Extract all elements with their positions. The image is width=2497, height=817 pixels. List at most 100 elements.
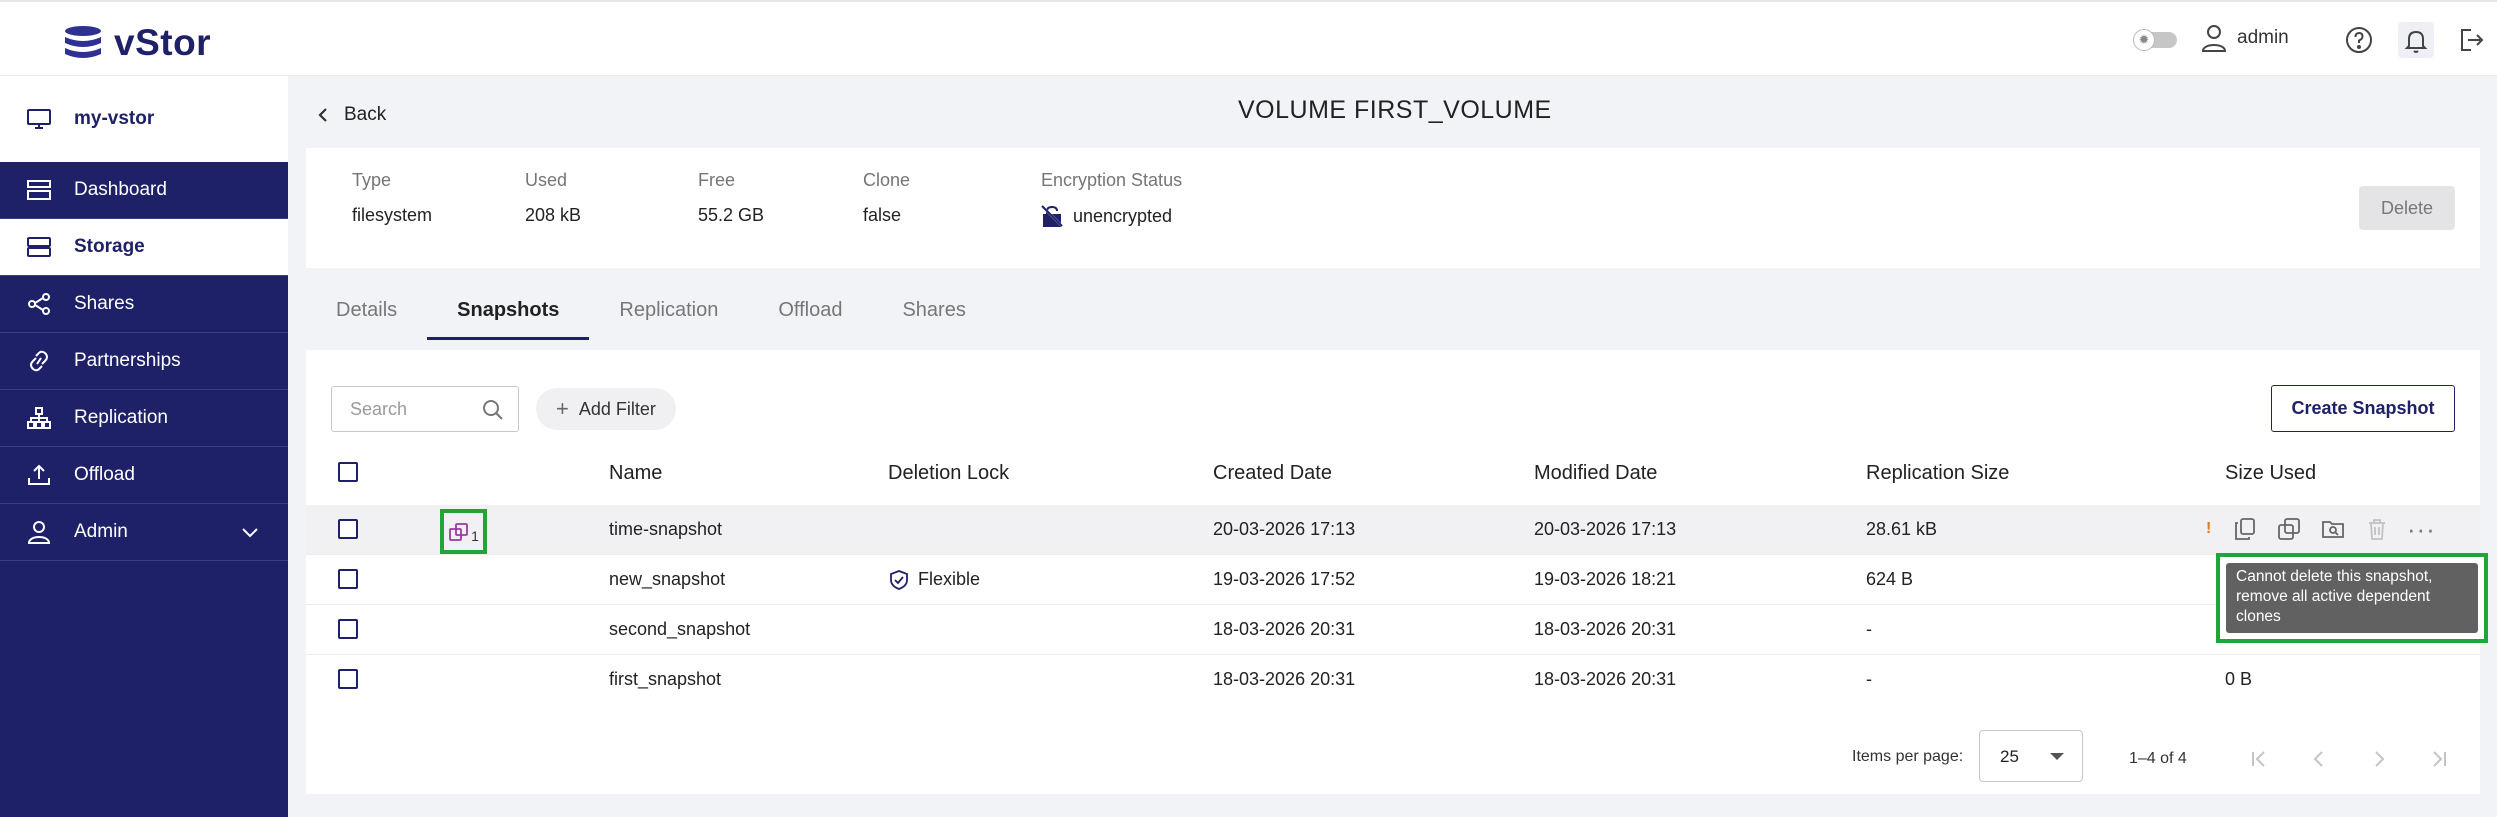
table-row[interactable]: first_snapshot 18-03-2026 20:31 18-03-20… xyxy=(306,655,2480,705)
col-header-replication-size[interactable]: Replication Size xyxy=(1866,462,2009,485)
info-type: Type filesystem xyxy=(352,170,432,226)
select-all-checkbox[interactable] xyxy=(338,462,358,482)
info-free-label: Free xyxy=(698,170,736,190)
row-checkbox[interactable] xyxy=(338,669,358,689)
snapshot-name[interactable]: second_snapshot xyxy=(609,619,750,640)
prev-page-button[interactable] xyxy=(2306,746,2332,772)
search-box xyxy=(331,386,519,432)
first-page-button[interactable] xyxy=(2246,746,2272,772)
info-used-label: Used xyxy=(525,170,568,190)
sidebar-item-partnerships[interactable]: Partnerships xyxy=(0,333,288,390)
last-page-button[interactable] xyxy=(2426,746,2452,772)
chevron-left-icon xyxy=(318,108,327,122)
plus-icon: + xyxy=(556,396,569,421)
delete-disabled-tooltip: Cannot delete this snapshot, remove all … xyxy=(2216,553,2488,643)
last-page-icon xyxy=(2433,751,2446,767)
folder-search-icon xyxy=(2322,521,2345,538)
clone-snapshot-button[interactable] xyxy=(2275,515,2303,543)
snapshot-name[interactable]: first_snapshot xyxy=(609,669,721,690)
replication-size: - xyxy=(1866,669,1872,689)
next-page-button[interactable] xyxy=(2366,746,2392,772)
restore-button[interactable] xyxy=(2319,515,2347,543)
created-date: 20-03-2026 17:13 xyxy=(1213,519,1356,539)
clone-indicator[interactable]: 1 xyxy=(440,509,487,554)
table-row[interactable]: 1 time-snapshot 20-03-2026 17:13 20-03-2… xyxy=(306,505,2480,555)
app-logo[interactable]: vStor xyxy=(62,22,211,64)
items-per-page-label: Items per page: xyxy=(1852,748,1964,765)
copy-icon xyxy=(2235,518,2256,540)
created-date: 19-03-2026 17:52 xyxy=(1213,569,1356,589)
col-header-name[interactable]: Name xyxy=(609,462,662,485)
add-filter-button[interactable]: + Add Filter xyxy=(536,388,676,430)
create-snapshot-button[interactable]: Create Snapshot xyxy=(2271,385,2455,432)
help-button[interactable] xyxy=(2341,22,2377,58)
system-selector[interactable]: my-vstor xyxy=(0,76,288,162)
search-icon[interactable] xyxy=(482,399,504,421)
replication-size: - xyxy=(1866,619,1872,639)
sidebar-item-offload[interactable]: Offload xyxy=(0,447,288,504)
volume-tabs: Details Snapshots Replication Offload Sh… xyxy=(306,282,996,340)
theme-toggle[interactable]: ✹ xyxy=(2133,29,2179,51)
col-header-size-used[interactable]: Size Used xyxy=(2225,462,2316,485)
add-filter-label: Add Filter xyxy=(578,398,656,419)
replication-size: 28.61 kB xyxy=(1866,519,1938,539)
copy-button[interactable] xyxy=(2231,515,2259,543)
info-type-label: Type xyxy=(352,170,392,190)
row-checkbox[interactable] xyxy=(338,619,358,639)
storage-icon xyxy=(27,237,51,257)
items-per-page-select[interactable]: 25 xyxy=(1979,730,2083,782)
chevron-down-icon xyxy=(242,528,258,538)
items-per-page-value: 25 xyxy=(2000,747,2019,766)
table-row[interactable]: second_snapshot 18-03-2026 20:31 18-03-2… xyxy=(306,605,2480,655)
modified-date: 18-03-2026 20:31 xyxy=(1534,669,1677,689)
info-free-value: 55.2 GB xyxy=(698,205,765,225)
back-button[interactable]: Back xyxy=(314,104,386,126)
row-actions: ! ··· xyxy=(2206,515,2451,543)
dropdown-arrow-icon xyxy=(2050,753,2064,760)
sidebar-item-admin[interactable]: Admin xyxy=(0,504,288,561)
search-input[interactable] xyxy=(350,399,470,420)
user-name: admin xyxy=(2237,27,2289,48)
user-icon xyxy=(2201,25,2227,52)
snapshots-card: + Add Filter Create Snapshot Name Deleti… xyxy=(306,350,2480,794)
tab-shares[interactable]: Shares xyxy=(872,282,995,340)
sidebar-item-shares[interactable]: Shares xyxy=(0,276,288,333)
tab-offload[interactable]: Offload xyxy=(748,282,872,340)
tooltip-text: Cannot delete this snapshot, remove all … xyxy=(2226,563,2478,633)
page-title: VOLUME FIRST_VOLUME xyxy=(1238,96,1552,124)
col-header-created-date[interactable]: Created Date xyxy=(1213,462,1332,485)
volume-info-card: Type filesystem Used 208 kB Free 55.2 GB… xyxy=(306,148,2480,268)
info-free: Free 55.2 GB xyxy=(698,170,764,226)
share-icon xyxy=(28,293,50,315)
tab-snapshots[interactable]: Snapshots xyxy=(427,282,590,340)
sidebar-item-dashboard[interactable]: Dashboard xyxy=(0,162,288,219)
pagination-range: 1–4 of 4 xyxy=(2129,750,2187,767)
tab-replication[interactable]: Replication xyxy=(589,282,748,340)
more-options-icon[interactable]: ··· xyxy=(2407,515,2435,543)
snapshot-name[interactable]: time-snapshot xyxy=(609,519,722,540)
sidebar-item-storage[interactable]: Storage xyxy=(0,219,288,276)
delete-snapshot-button[interactable] xyxy=(2363,515,2391,543)
notifications-button[interactable] xyxy=(2398,22,2434,58)
sun-icon: ✹ xyxy=(2133,29,2155,51)
unlocked-icon xyxy=(1041,205,1063,227)
sidebar-item-label: Replication xyxy=(74,407,168,428)
delete-volume-button[interactable]: Delete xyxy=(2359,186,2455,230)
upload-icon xyxy=(28,464,50,485)
table-row[interactable]: new_snapshot Flexible 19-03-2026 17:52 1… xyxy=(306,555,2480,605)
sidebar-item-replication[interactable]: Replication xyxy=(0,390,288,447)
row-checkbox[interactable] xyxy=(338,519,358,539)
app-name: vStor xyxy=(114,22,212,63)
col-header-deletion-lock[interactable]: Deletion Lock xyxy=(888,462,1009,485)
tab-details[interactable]: Details xyxy=(306,282,427,340)
warning-indicator: ! xyxy=(2206,520,2212,537)
logout-button[interactable] xyxy=(2453,22,2489,58)
link-icon xyxy=(30,350,48,372)
sidebar-item-label: Offload xyxy=(74,464,135,485)
col-header-modified-date[interactable]: Modified Date xyxy=(1534,462,1657,485)
created-date: 18-03-2026 20:31 xyxy=(1213,669,1356,689)
user-menu[interactable]: admin xyxy=(2201,24,2289,52)
monitor-icon xyxy=(27,109,51,129)
snapshot-name[interactable]: new_snapshot xyxy=(609,569,725,590)
row-checkbox[interactable] xyxy=(338,569,358,589)
